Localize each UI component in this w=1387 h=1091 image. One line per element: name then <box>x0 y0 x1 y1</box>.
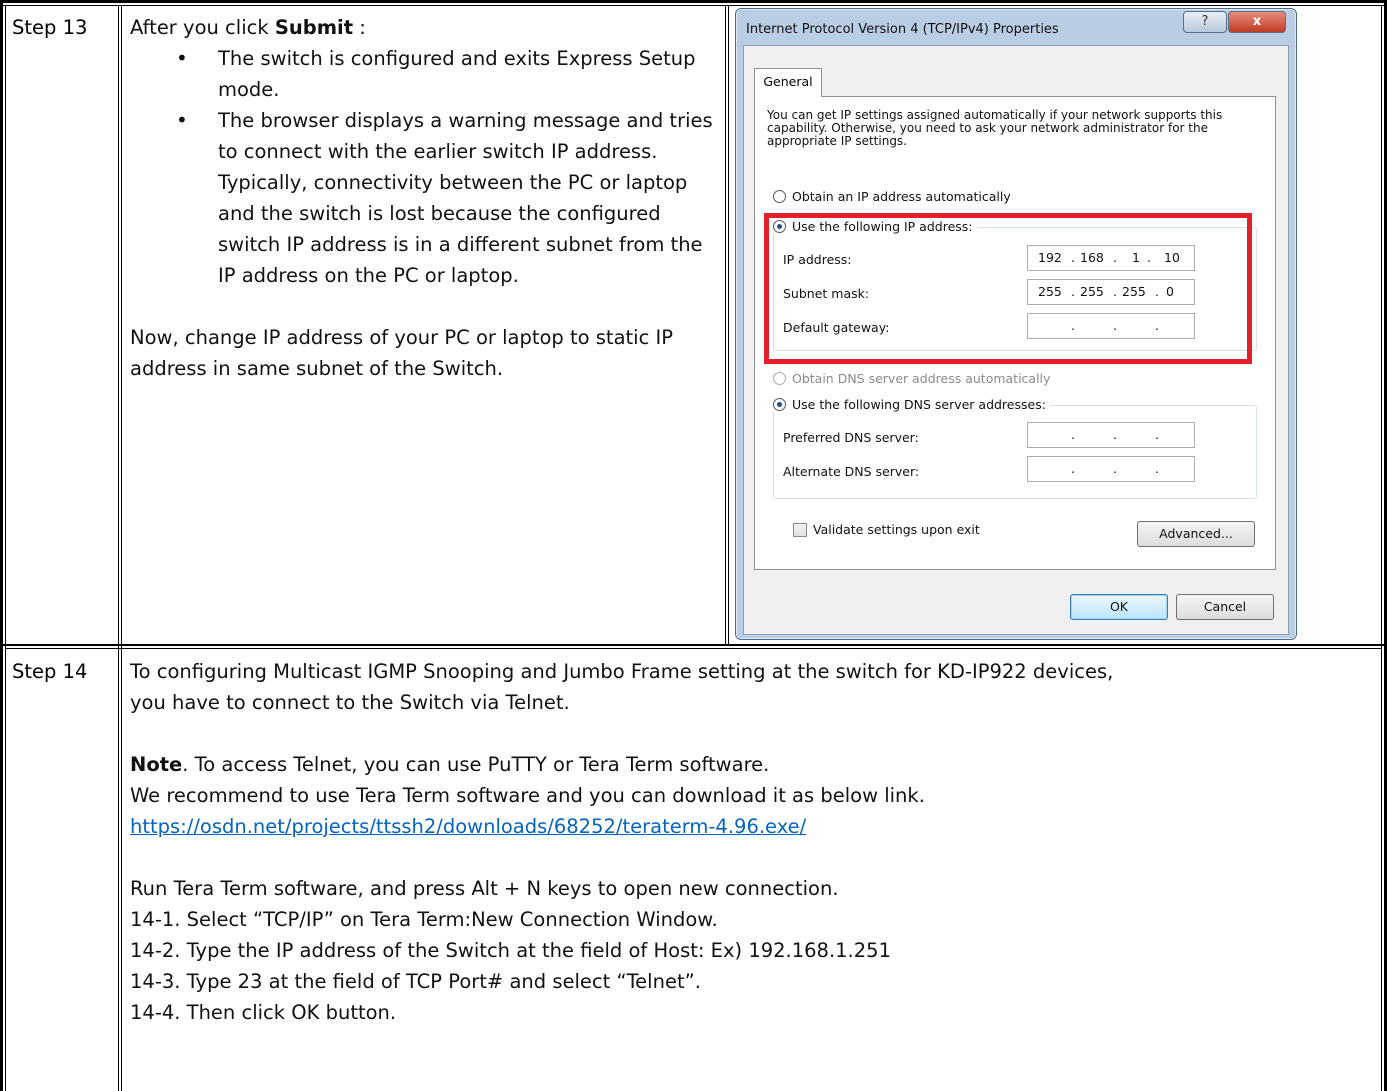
preferred-dns-label: Preferred DNS server: <box>783 430 919 445</box>
step-14-line2: you have to connect to the Switch via Te… <box>130 691 570 714</box>
row-divider <box>0 644 1387 646</box>
step-13-bullets: The switch is configured and exits Expre… <box>130 43 720 291</box>
alternate-dns-label: Alternate DNS server: <box>783 464 920 479</box>
radio-on-icon <box>773 398 786 411</box>
table-border-left-inner <box>5 5 6 1091</box>
ok-button[interactable]: OK <box>1070 594 1168 620</box>
step-14-note: Note. To access Telnet, you can use PuTT… <box>130 749 1370 780</box>
note-rest: . To access Telnet, you can use PuTTY or… <box>182 753 770 776</box>
radio-label: Obtain an IP address automatically <box>792 189 1011 204</box>
use-following-dns-radio[interactable]: Use the following DNS server addresses: <box>773 397 1050 412</box>
checkbox-label: Validate settings upon exit <box>813 522 980 537</box>
bullet-item: The browser displays a warning message a… <box>130 105 718 291</box>
help-button[interactable]: ? <box>1183 11 1227 33</box>
table-border-left <box>0 0 3 1091</box>
tab-general[interactable]: General <box>754 68 822 97</box>
bullet-text: The browser displays a warning message a… <box>218 109 713 287</box>
alternate-dns-field[interactable]: ... <box>1027 456 1195 482</box>
bullet-item: The switch is configured and exits Expre… <box>130 43 718 105</box>
dns-group-frame <box>773 405 1257 499</box>
dialog-intro-text: You can get IP settings assigned automat… <box>767 108 1223 148</box>
cancel-button[interactable]: Cancel <box>1176 594 1274 620</box>
intro-prefix: After you click <box>130 16 275 39</box>
label-column-divider-2 <box>121 5 122 1091</box>
table-border-right-inner <box>1381 5 1382 1091</box>
step-14-substep-4: 14-4. Then click OK button. <box>130 1001 397 1024</box>
table-border-top <box>0 0 1387 3</box>
row-divider-inner <box>5 648 1382 649</box>
bullet-text: The switch is configured and exits Expre… <box>218 47 696 101</box>
radio-disabled-icon <box>773 372 786 385</box>
checkbox-icon <box>793 522 807 537</box>
step-13-intro: After you click Submit : <box>130 12 720 43</box>
dialog-title: Internet Protocol Version 4 (TCP/IPv4) P… <box>746 22 1059 37</box>
step-14-recommend: We recommend to use Tera Term software a… <box>130 784 925 807</box>
step-13-note: Now, change IP address of your PC or lap… <box>130 326 674 380</box>
highlight-box <box>764 213 1252 364</box>
obtain-ip-auto-radio[interactable]: Obtain an IP address automatically <box>773 189 1011 204</box>
close-button[interactable]: x <box>1228 11 1286 33</box>
intro-suffix: : <box>353 16 366 39</box>
step-14-label: Step 14 <box>12 660 88 683</box>
step-14-run: Run Tera Term software, and press Alt + … <box>130 877 839 900</box>
step-14-substep-2: 14-2. Type the IP address of the Switch … <box>130 939 891 962</box>
validate-settings-checkbox[interactable]: Validate settings upon exit <box>793 522 980 537</box>
teraterm-download-link[interactable]: https://osdn.net/projects/ttssh2/downloa… <box>130 815 806 838</box>
step-13-label: Step 13 <box>12 16 88 39</box>
step-14-line1: To configuring Multicast IGMP Snooping a… <box>130 660 1114 683</box>
image-column-divider <box>725 5 726 645</box>
step-13-content: After you click Submit : The switch is c… <box>130 12 720 384</box>
radio-off-icon <box>773 190 786 203</box>
image-column-divider-2 <box>728 5 729 645</box>
label-column-divider <box>118 5 119 1091</box>
radio-label: Obtain DNS server address automatically <box>792 371 1051 386</box>
advanced-button[interactable]: Advanced... <box>1137 521 1255 547</box>
step-14-substep-3: 14-3. Type 23 at the field of TCP Port# … <box>130 970 701 993</box>
table-border-top-inner <box>0 5 1387 6</box>
radio-label: Use the following DNS server addresses: <box>792 397 1046 412</box>
obtain-dns-auto-radio[interactable]: Obtain DNS server address automatically <box>773 371 1050 386</box>
step-14-substep-1: 14-1. Select “TCP/IP” on Tera Term:New C… <box>130 908 718 931</box>
note-bold: Note <box>130 753 183 776</box>
submit-term: Submit <box>274 16 354 39</box>
step-14-content: To configuring Multicast IGMP Snooping a… <box>130 656 1370 1028</box>
preferred-dns-field[interactable]: ... <box>1027 422 1195 448</box>
